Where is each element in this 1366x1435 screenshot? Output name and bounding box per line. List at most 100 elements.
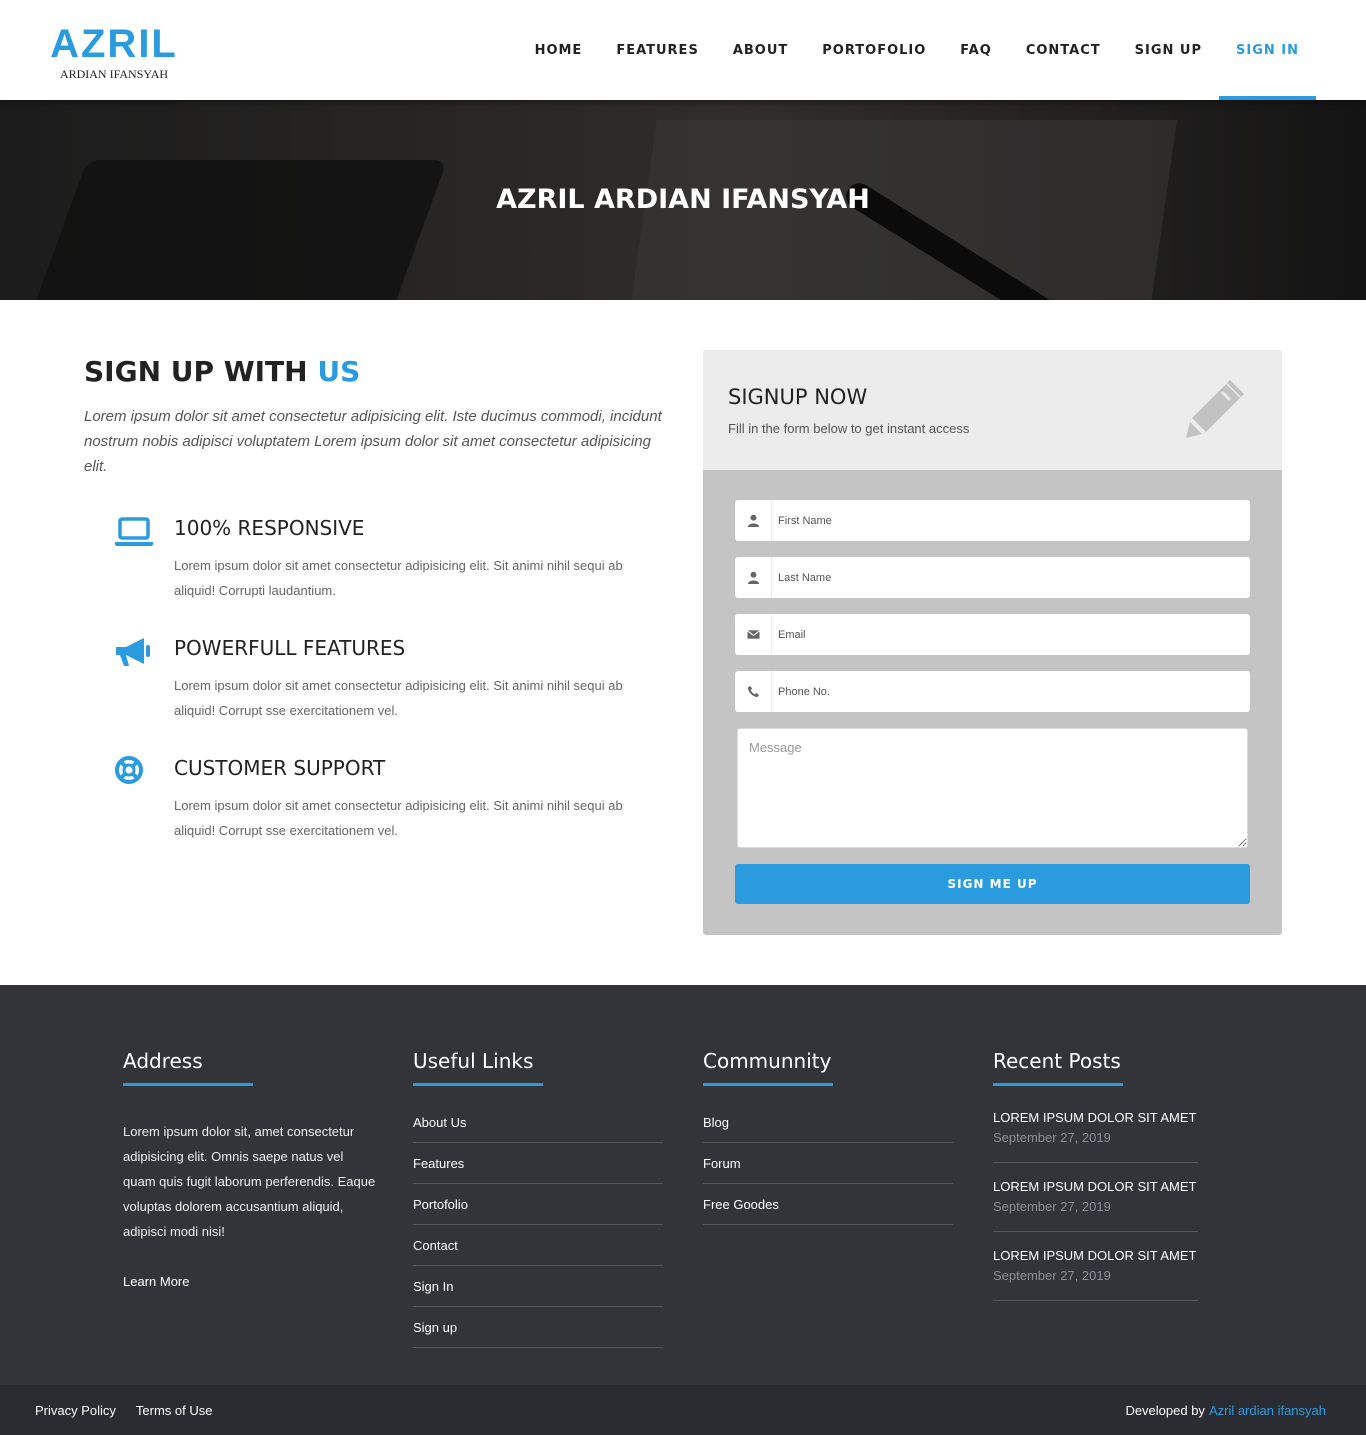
signup-subtitle: Fill in the form below to get instant ac… xyxy=(728,421,970,436)
feature-powerful: POWERFULL FEATURES Lorem ipsum dolor sit… xyxy=(84,633,664,723)
footer-link-contact[interactable]: Contact xyxy=(413,1238,458,1253)
section-intro: Lorem ipsum dolor sit amet consectetur a… xyxy=(84,408,662,475)
recent-post: LOREM IPSUM DOLOR SIT AMET September 27,… xyxy=(993,1108,1198,1163)
logo-title: AZRIL xyxy=(50,22,178,66)
nav-faq[interactable]: FAQ xyxy=(943,0,1009,100)
last-name-field xyxy=(735,557,1250,598)
list-item: Contact xyxy=(413,1225,663,1266)
legal-links: Privacy Policy Terms of Use xyxy=(35,1385,233,1435)
last-name-input[interactable] xyxy=(772,558,1250,597)
footer-community-title: Communnity xyxy=(703,1049,832,1073)
footer-useful-links: Useful Links About Us Features Portofoli… xyxy=(413,1045,663,1348)
footer-link-blog[interactable]: Blog xyxy=(703,1115,729,1130)
recent-post-title[interactable]: LOREM IPSUM DOLOR SIT AMET xyxy=(993,1177,1198,1197)
nav-contact[interactable]: CONTACT xyxy=(1009,0,1118,100)
list-item: Sign In xyxy=(413,1266,663,1307)
signup-card: SIGNUP NOW Fill in the form below to get… xyxy=(703,350,1282,935)
feature-text: Lorem ipsum dolor sit amet consectetur a… xyxy=(174,678,623,718)
footer-title-underline xyxy=(123,1083,253,1086)
pencil-icon xyxy=(1182,378,1246,442)
phone-field xyxy=(735,671,1250,712)
nav-features[interactable]: FEATURES xyxy=(599,0,716,100)
recent-post: LOREM IPSUM DOLOR SIT AMET September 27,… xyxy=(993,1177,1198,1232)
email-input[interactable] xyxy=(772,615,1250,654)
list-item: Blog xyxy=(703,1102,953,1143)
footer-title-underline xyxy=(993,1083,1123,1086)
feature-support: CUSTOMER SUPPORT Lorem ipsum dolor sit a… xyxy=(84,753,664,843)
footer-recent-posts: Recent Posts LOREM IPSUM DOLOR SIT AMET … xyxy=(993,1045,1198,1315)
hero-title: AZRIL ARDIAN IFANSYAH xyxy=(496,184,870,215)
footer-recent-posts-title: Recent Posts xyxy=(993,1049,1121,1073)
user-icon xyxy=(735,557,772,598)
section-title-accent: US xyxy=(317,355,361,388)
site-logo[interactable]: AZRIL ARDIAN IFANSYAH xyxy=(50,22,178,81)
message-textarea[interactable] xyxy=(737,728,1248,848)
signup-form: SIGN ME UP xyxy=(703,470,1282,904)
learn-more-link[interactable]: Learn More xyxy=(123,1274,378,1289)
footer-title-underline xyxy=(703,1083,833,1086)
feature-title: CUSTOMER SUPPORT xyxy=(174,756,386,780)
recent-post: LOREM IPSUM DOLOR SIT AMET September 27,… xyxy=(993,1246,1198,1301)
list-item: Free Goodes xyxy=(703,1184,953,1225)
first-name-field xyxy=(735,500,1250,541)
list-item: Features xyxy=(413,1143,663,1184)
nav-about[interactable]: ABOUT xyxy=(716,0,805,100)
footer-useful-links-title: Useful Links xyxy=(413,1049,534,1073)
footer-link-free-goodes[interactable]: Free Goodes xyxy=(703,1197,779,1212)
recent-post-date: September 27, 2019 xyxy=(993,1268,1111,1283)
footer-link-features[interactable]: Features xyxy=(413,1156,464,1171)
footer-community: Communnity Blog Forum Free Goodes xyxy=(703,1045,953,1225)
section-title: SIGN UP WITH US xyxy=(84,352,664,392)
megaphone-icon xyxy=(114,635,154,669)
signup-title: SIGNUP NOW xyxy=(728,385,868,409)
recent-post-date: September 27, 2019 xyxy=(993,1130,1111,1145)
lifebuoy-icon xyxy=(114,755,154,789)
recent-posts-list: LOREM IPSUM DOLOR SIT AMET September 27,… xyxy=(993,1108,1198,1301)
feature-text: Lorem ipsum dolor sit amet consectetur a… xyxy=(174,798,623,838)
terms-of-use-link[interactable]: Terms of Use xyxy=(136,1403,213,1418)
list-item: Forum xyxy=(703,1143,953,1184)
recent-post-title[interactable]: LOREM IPSUM DOLOR SIT AMET xyxy=(993,1246,1198,1266)
phone-icon xyxy=(735,671,772,712)
site-footer: Address Lorem ipsum dolor sit, amet cons… xyxy=(0,985,1366,1385)
list-item: Sign up xyxy=(413,1307,663,1348)
envelope-icon xyxy=(735,614,772,655)
nav-portofolio[interactable]: PORTOFOLIO xyxy=(805,0,943,100)
feature-responsive: 100% RESPONSIVE Lorem ipsum dolor sit am… xyxy=(84,513,664,603)
signup-card-header: SIGNUP NOW Fill in the form below to get… xyxy=(703,350,1282,470)
feature-title: POWERFULL FEATURES xyxy=(174,636,406,660)
nav-home[interactable]: HOME xyxy=(518,0,600,100)
bottom-bar: Privacy Policy Terms of Use Developed by… xyxy=(0,1385,1366,1435)
footer-link-sign-up[interactable]: Sign up xyxy=(413,1320,457,1335)
footer-link-about-us[interactable]: About Us xyxy=(413,1115,466,1130)
recent-post-title[interactable]: LOREM IPSUM DOLOR SIT AMET xyxy=(993,1108,1198,1128)
footer-title-underline xyxy=(413,1083,543,1086)
phone-input[interactable] xyxy=(772,672,1250,711)
laptop-icon xyxy=(114,515,154,549)
useful-links-list: About Us Features Portofolio Contact Sig… xyxy=(413,1102,663,1348)
hero-banner: AZRIL ARDIAN IFANSYAH xyxy=(0,100,1366,300)
recent-post-date: September 27, 2019 xyxy=(993,1199,1111,1214)
user-icon xyxy=(735,500,772,541)
footer-link-portofolio[interactable]: Portofolio xyxy=(413,1197,468,1212)
community-links-list: Blog Forum Free Goodes xyxy=(703,1102,953,1225)
nav-sign-up[interactable]: SIGN UP xyxy=(1118,0,1219,100)
footer-link-forum[interactable]: Forum xyxy=(703,1156,741,1171)
list-item: Portofolio xyxy=(413,1184,663,1225)
email-field xyxy=(735,614,1250,655)
footer-address: Address Lorem ipsum dolor sit, amet cons… xyxy=(123,1045,378,1289)
privacy-policy-link[interactable]: Privacy Policy xyxy=(35,1403,116,1418)
site-header: AZRIL ARDIAN IFANSYAH HOME FEATURES ABOU… xyxy=(0,0,1366,100)
footer-link-sign-in[interactable]: Sign In xyxy=(413,1279,453,1294)
feature-title: 100% RESPONSIVE xyxy=(174,516,365,540)
main-nav: HOME FEATURES ABOUT PORTOFOLIO FAQ CONTA… xyxy=(518,0,1316,100)
developer-credit: Developed by Azril ardian ifansyah xyxy=(1125,1385,1326,1435)
developer-link[interactable]: Azril ardian ifansyah xyxy=(1209,1403,1326,1418)
section-title-main: SIGN UP WITH xyxy=(84,355,308,388)
nav-sign-in[interactable]: SIGN IN xyxy=(1219,0,1316,100)
list-item: About Us xyxy=(413,1102,663,1143)
credit-prefix: Developed by xyxy=(1125,1402,1205,1418)
logo-subtitle: ARDIAN IFANSYAH xyxy=(59,67,169,81)
first-name-input[interactable] xyxy=(772,501,1250,540)
sign-me-up-button[interactable]: SIGN ME UP xyxy=(735,864,1250,904)
